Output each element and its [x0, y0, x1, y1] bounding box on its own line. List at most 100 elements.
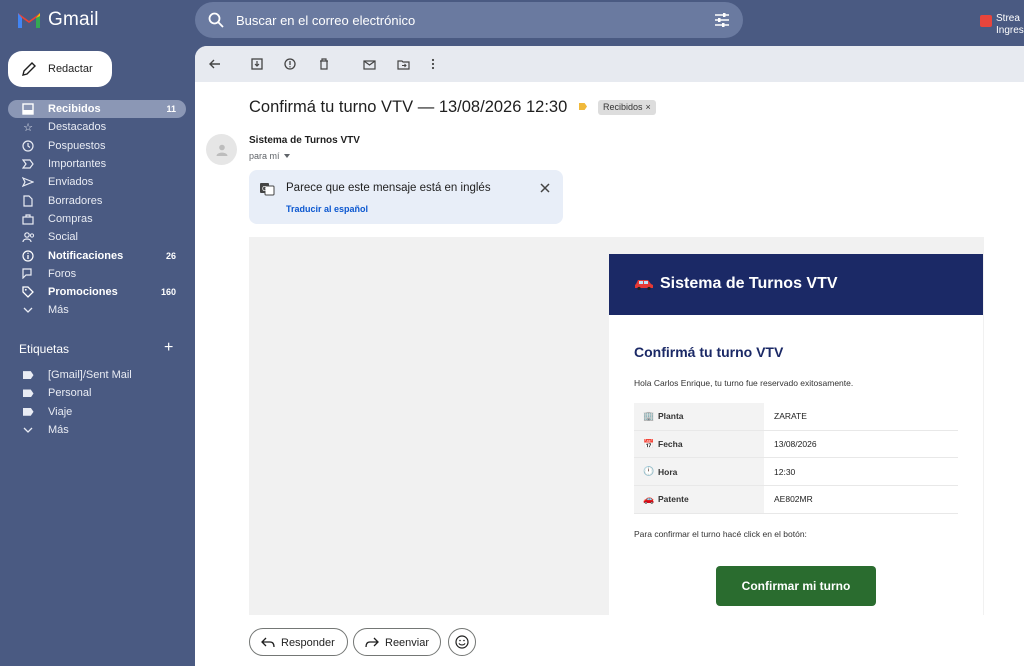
translate-message: Parece que este mensaje está en inglés [286, 182, 491, 194]
sidebar-item-drafts[interactable]: Borradores [8, 191, 186, 209]
pencil-icon [22, 62, 36, 76]
top-right-line2: Ingres [996, 25, 1024, 36]
sidebar-item-inbox[interactable]: Recibidos 11 [8, 100, 186, 119]
sidebar-item-forums[interactable]: Foros [8, 265, 186, 283]
label-item[interactable]: Viaje [8, 403, 186, 421]
label-text: Personal [48, 387, 92, 400]
translate-icon: G [260, 183, 275, 196]
app-name: Gmail [48, 9, 99, 30]
gmail-m-icon [18, 13, 40, 28]
forward-button[interactable]: Reenviar [353, 628, 441, 656]
label-chip-text: Recibidos [603, 102, 643, 112]
row-key: Planta [658, 411, 684, 422]
row-key: Patente [658, 494, 689, 505]
sidebar-item-sent[interactable]: Enviados [8, 173, 186, 191]
table-row: 🕛 Hora 12:30 [634, 458, 958, 487]
top-right-line1: Strea [996, 13, 1020, 24]
tag-icon [21, 285, 35, 299]
emoji-reaction-button[interactable] [448, 628, 476, 656]
clock-icon [21, 139, 35, 153]
forward-icon [365, 637, 379, 648]
search-icon[interactable] [207, 11, 225, 29]
row-value: 12:30 [774, 466, 796, 477]
sidebar-item-label: Social [48, 231, 78, 244]
chevron-down-icon [21, 423, 35, 437]
email-header: Sistema de Turnos VTV [609, 254, 983, 315]
gmail-logo[interactable]: Gmail [16, 8, 99, 32]
mark-unread-icon[interactable] [361, 56, 377, 72]
forum-icon [21, 267, 35, 281]
translate-banner: G Parece que este mensaje está en inglés… [249, 170, 563, 224]
confirm-appointment-button[interactable]: Confirmar mi turno [716, 566, 876, 606]
info-icon [21, 249, 35, 263]
label-item[interactable]: Personal [8, 384, 186, 402]
sidebar-item-updates[interactable]: Notificaciones 26 [8, 246, 186, 264]
row-key: Hora [658, 466, 678, 477]
sidebar-item-important[interactable]: Importantes [8, 155, 186, 173]
sidebar-item-starred[interactable]: ☆ Destacados [8, 118, 186, 136]
label-text: [Gmail]/Sent Mail [48, 369, 132, 382]
add-label-icon[interactable]: + [164, 340, 173, 356]
clock-icon: 🕛 [643, 466, 655, 477]
row-value: AE802MR [774, 494, 813, 505]
recipients-text: para mí [249, 151, 280, 161]
compose-label: Redactar [48, 63, 93, 75]
inbox-icon [21, 102, 35, 116]
top-right-account[interactable]: Strea Ingres [980, 13, 1024, 37]
sidebar-item-more[interactable]: Más [8, 301, 186, 319]
sender-name[interactable]: Sistema de Turnos VTV [249, 135, 360, 146]
sidebar-item-label: Más [48, 304, 69, 317]
label-text: Viaje [48, 405, 73, 418]
search-input[interactable]: Buscar en el correo electrónico [236, 13, 415, 28]
sidebar-item-label: Promociones [48, 286, 118, 299]
trash-icon[interactable] [316, 56, 332, 72]
calendar-icon: 📅 [643, 438, 655, 449]
sidebar-nav: Recibidos 11 ☆ Destacados Pospuestos Imp… [8, 100, 186, 320]
sidebar-item-label: Destacados [48, 121, 107, 134]
compose-button[interactable]: Redactar [8, 51, 112, 87]
building-icon: 🏢 [643, 410, 655, 421]
sidebar-item-snoozed[interactable]: Pospuestos [8, 137, 186, 155]
sidebar-item-count: 160 [160, 287, 176, 298]
sidebar-item-purchases[interactable]: Compras [8, 210, 186, 228]
message-panel: Confirmá tu turno VTV — 13/08/2026 12:30… [195, 46, 1024, 666]
reply-label: Responder [281, 637, 335, 649]
reply-button[interactable]: Responder [249, 628, 348, 656]
search-options-icon[interactable] [713, 11, 731, 29]
archive-icon[interactable] [249, 56, 265, 72]
app-icon [980, 15, 992, 27]
sidebar-item-social[interactable]: Social [8, 228, 186, 246]
svg-text:G: G [262, 186, 267, 193]
chevron-down-icon[interactable] [283, 154, 290, 158]
close-icon[interactable]: × [646, 102, 651, 115]
message-toolbar [195, 46, 1024, 82]
sidebar-item-label: Enviados [48, 176, 94, 189]
email-greeting: Hola Carlos Enrique, tu turno fue reserv… [634, 378, 854, 388]
report-spam-icon[interactable] [282, 56, 298, 72]
close-icon[interactable] [539, 182, 551, 194]
recipients[interactable]: para mí [249, 151, 290, 161]
label-chip[interactable]: Recibidos × [598, 100, 656, 115]
sidebar-item-label: Notificaciones [48, 249, 124, 262]
sidebar-item-promotions[interactable]: Promociones 160 [8, 283, 186, 301]
email-card: Sistema de Turnos VTV Confirmá tu turno … [609, 254, 983, 666]
important-marker-icon[interactable] [579, 103, 587, 110]
car-icon: 🚗 [643, 493, 655, 504]
sidebar-item-label: Pospuestos [48, 139, 106, 152]
message-subject: Confirmá tu turno VTV — 13/08/2026 12:30 [249, 98, 568, 116]
sidebar-item-label: Recibidos [48, 103, 101, 116]
send-icon [21, 175, 35, 189]
back-arrow-icon[interactable] [207, 56, 223, 72]
label-tag-icon [21, 405, 35, 419]
translate-link[interactable]: Traducir al español [286, 204, 368, 214]
reply-icon [261, 637, 275, 648]
appointment-table: 🏢 Planta ZARATE 📅 Fecha 13/08/2026 🕛 Hora 1… [634, 403, 958, 514]
label-item[interactable]: [Gmail]/Sent Mail [8, 366, 186, 384]
search-bar[interactable]: Buscar en el correo electrónico [195, 2, 743, 38]
draft-icon [21, 194, 35, 208]
labels-more[interactable]: Más [8, 421, 186, 439]
row-value: 13/08/2026 [774, 439, 817, 450]
more-options-icon[interactable] [425, 56, 441, 72]
move-to-icon[interactable] [395, 56, 411, 72]
avatar[interactable] [206, 134, 237, 165]
